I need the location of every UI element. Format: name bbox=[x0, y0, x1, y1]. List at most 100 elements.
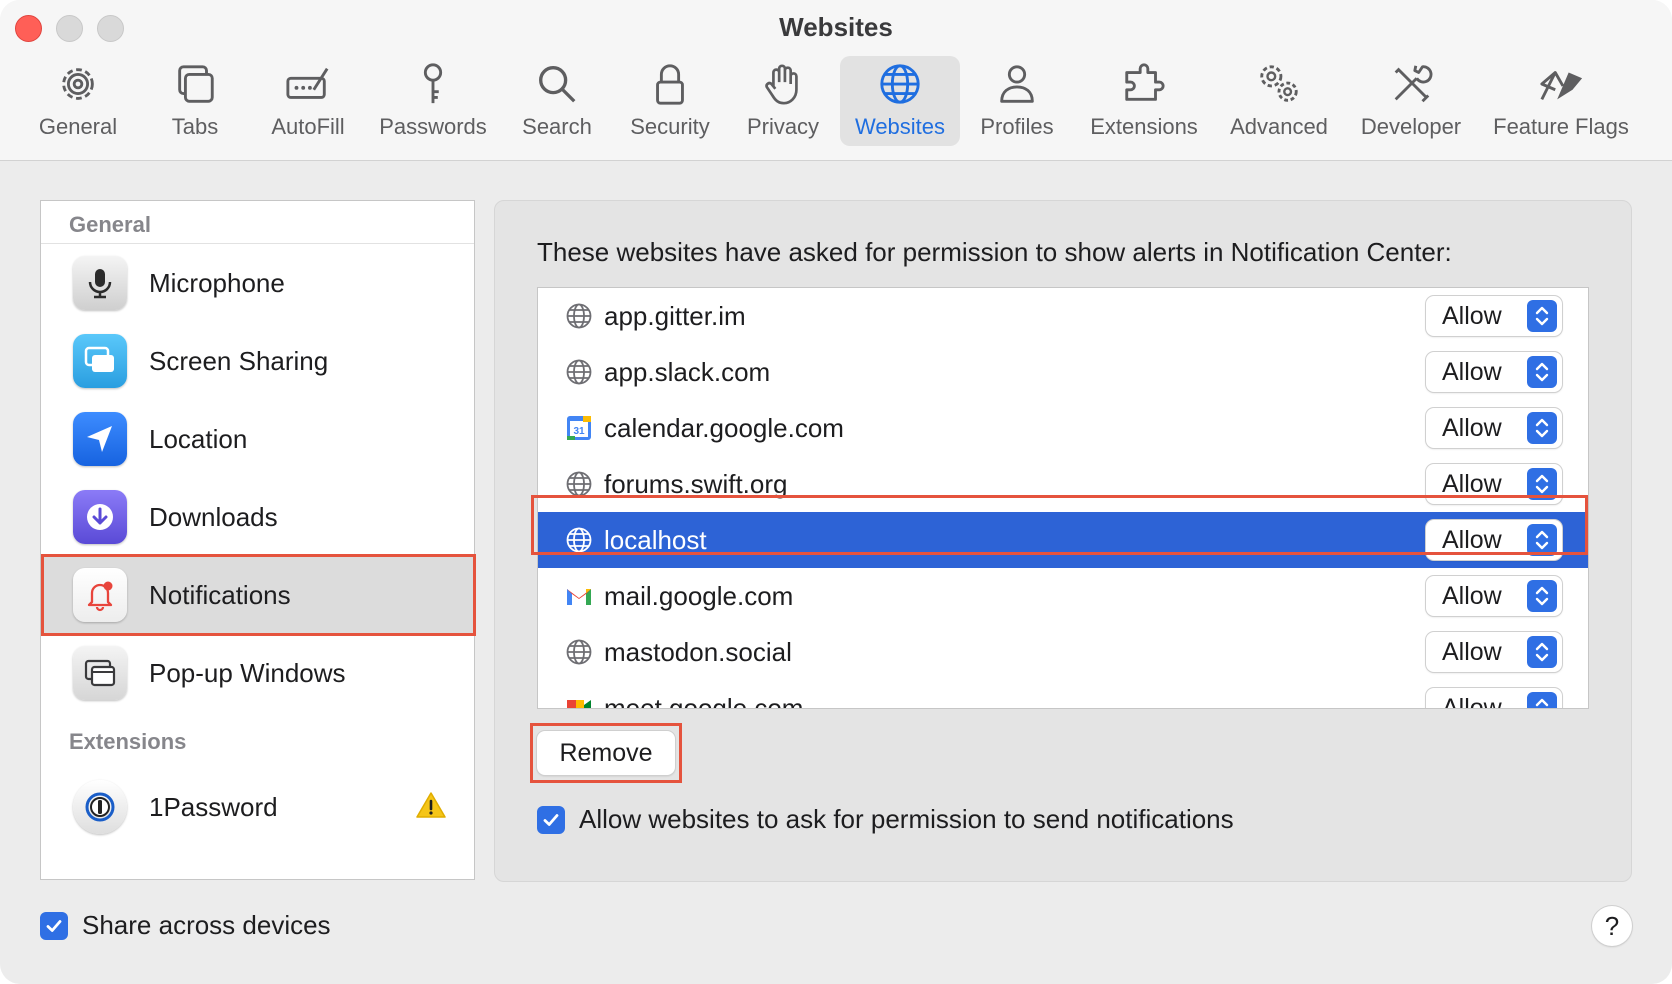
globe-icon bbox=[564, 301, 594, 331]
table-row[interactable]: app.slack.com Allow bbox=[538, 344, 1588, 400]
site-name: app.slack.com bbox=[604, 356, 771, 387]
site-name: mail.google.com bbox=[604, 580, 794, 611]
permission-value: Allow bbox=[1442, 357, 1502, 386]
table-row[interactable]: mastodon.social Allow bbox=[538, 624, 1588, 680]
calendar-icon: 31 bbox=[564, 413, 594, 443]
site-name: forums.swift.org bbox=[604, 468, 788, 499]
safari-settings-window: Websites General Tabs AutoFill Passwords bbox=[0, 0, 1672, 984]
sidebar-item-label: Microphone bbox=[149, 267, 285, 298]
checkmark-icon bbox=[543, 813, 559, 826]
permission-popup[interactable]: Allow bbox=[1426, 576, 1562, 616]
svg-text:31: 31 bbox=[573, 426, 585, 437]
tab-profiles[interactable]: Profiles bbox=[970, 56, 1064, 146]
gears-icon bbox=[1251, 56, 1307, 112]
permission-popup[interactable]: Allow bbox=[1426, 688, 1562, 709]
tab-advanced[interactable]: Advanced bbox=[1222, 56, 1336, 146]
allow-ask-checkbox[interactable] bbox=[537, 805, 565, 834]
tab-passwords[interactable]: Passwords bbox=[372, 56, 494, 146]
sidebar-item-label: Screen Sharing bbox=[149, 345, 329, 376]
popup-window-icon bbox=[73, 646, 127, 700]
sidebar-item-downloads[interactable]: Downloads bbox=[41, 479, 474, 555]
permission-value: Allow bbox=[1442, 693, 1502, 709]
table-row[interactable]: app.gitter.im Allow bbox=[538, 288, 1588, 344]
permission-value: Allow bbox=[1442, 525, 1502, 554]
screen-sharing-icon bbox=[73, 334, 127, 388]
microphone-icon bbox=[73, 256, 127, 310]
chevron-updown-icon bbox=[1527, 636, 1557, 668]
share-across-devices-checkbox[interactable] bbox=[40, 911, 68, 940]
bell-icon bbox=[73, 568, 127, 622]
autofill-icon bbox=[280, 56, 336, 112]
sidebar-item-1password[interactable]: 1Password bbox=[41, 769, 474, 845]
warning-icon bbox=[416, 792, 446, 818]
notifications-panel: These websites have asked for permission… bbox=[494, 200, 1632, 882]
tab-extensions[interactable]: Extensions bbox=[1080, 56, 1208, 146]
table-row[interactable]: meet.google.com Allow bbox=[538, 680, 1588, 709]
tab-developer[interactable]: Developer bbox=[1354, 56, 1468, 146]
globe-icon bbox=[872, 56, 928, 112]
chevron-updown-icon bbox=[1527, 580, 1557, 612]
table-row[interactable]: forums.swift.org Allow bbox=[538, 456, 1588, 512]
tab-feature-flags[interactable]: Feature Flags bbox=[1488, 56, 1634, 146]
sidebar-item-label: Notifications bbox=[149, 579, 291, 610]
permission-popup[interactable]: Allow bbox=[1426, 464, 1562, 504]
tools-icon bbox=[1383, 56, 1439, 112]
permission-popup[interactable]: Allow bbox=[1426, 408, 1562, 448]
window-title: Websites bbox=[779, 12, 893, 42]
tab-general[interactable]: General bbox=[30, 56, 126, 146]
sidebar-item-label: Pop-up Windows bbox=[149, 657, 346, 688]
sidebar-header-extensions: Extensions bbox=[69, 729, 187, 754]
chevron-updown-icon bbox=[1527, 412, 1557, 444]
panel-description: These websites have asked for permission… bbox=[537, 237, 1452, 267]
tab-developer-label: Developer bbox=[1360, 114, 1462, 139]
remove-button[interactable]: Remove bbox=[537, 731, 675, 775]
chevron-updown-icon bbox=[1527, 300, 1557, 332]
tab-websites[interactable]: Websites bbox=[840, 56, 960, 146]
gear-icon bbox=[50, 56, 106, 112]
tab-search-label: Search bbox=[522, 114, 592, 139]
table-row[interactable]: 31 calendar.google.com Allow bbox=[538, 400, 1588, 456]
site-name: app.gitter.im bbox=[604, 300, 746, 331]
tabs-icon bbox=[167, 56, 223, 112]
permission-value: Allow bbox=[1442, 301, 1502, 330]
site-name: calendar.google.com bbox=[604, 412, 844, 443]
tab-tabs-label: Tabs bbox=[171, 114, 219, 139]
tab-passwords-label: Passwords bbox=[379, 114, 487, 139]
sidebar-item-popup-windows[interactable]: Pop-up Windows bbox=[41, 635, 474, 711]
share-across-devices-option[interactable]: Share across devices bbox=[40, 910, 331, 941]
tab-security-label: Security bbox=[630, 114, 710, 139]
tab-privacy-label: Privacy bbox=[746, 114, 820, 139]
help-button[interactable]: ? bbox=[1592, 906, 1632, 946]
search-icon bbox=[529, 56, 585, 112]
globe-icon bbox=[564, 637, 594, 667]
permission-popup[interactable]: Allow bbox=[1426, 520, 1562, 560]
permission-popup[interactable]: Allow bbox=[1426, 352, 1562, 392]
permission-popup[interactable]: Allow bbox=[1426, 296, 1562, 336]
sidebar-item-notifications[interactable]: Notifications bbox=[41, 557, 474, 633]
tab-profiles-label: Profiles bbox=[980, 114, 1054, 139]
gmail-icon bbox=[564, 581, 594, 611]
sidebar-item-location[interactable]: Location bbox=[41, 401, 474, 477]
tab-search[interactable]: Search bbox=[512, 56, 602, 146]
tab-privacy[interactable]: Privacy bbox=[736, 56, 830, 146]
hand-icon bbox=[755, 56, 811, 112]
permission-value: Allow bbox=[1442, 413, 1502, 442]
permission-value: Allow bbox=[1442, 581, 1502, 610]
site-name: meet.google.com bbox=[604, 692, 804, 709]
permission-popup[interactable]: Allow bbox=[1426, 632, 1562, 672]
toolbar: Websites General Tabs AutoFill Passwords bbox=[0, 0, 1672, 161]
table-row[interactable]: mail.google.com Allow bbox=[538, 568, 1588, 624]
tab-websites-label: Websites bbox=[854, 114, 946, 139]
sidebar: General Microphone Screen Sharing Locati… bbox=[40, 200, 475, 880]
chevron-updown-icon bbox=[1527, 524, 1557, 556]
sidebar-item-screen-sharing[interactable]: Screen Sharing bbox=[41, 323, 474, 399]
tab-autofill[interactable]: AutoFill bbox=[260, 56, 356, 146]
website-list[interactable]: app.gitter.im Allow app.slack.com Allow bbox=[537, 287, 1589, 709]
sidebar-item-microphone[interactable]: Microphone bbox=[41, 245, 474, 321]
table-row[interactable]: localhost Allow bbox=[538, 512, 1588, 568]
tab-tabs[interactable]: Tabs bbox=[150, 56, 240, 146]
tab-security[interactable]: Security bbox=[620, 56, 720, 146]
site-name: localhost bbox=[604, 524, 707, 555]
allow-ask-permission-option[interactable]: Allow websites to ask for permission to … bbox=[537, 804, 1234, 835]
permission-value: Allow bbox=[1442, 637, 1502, 666]
